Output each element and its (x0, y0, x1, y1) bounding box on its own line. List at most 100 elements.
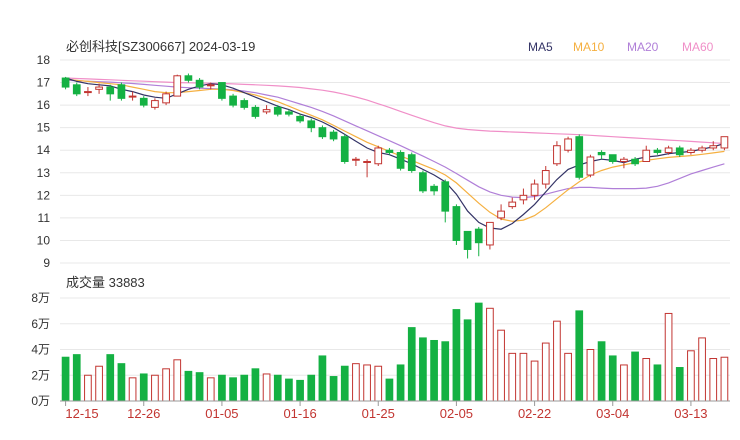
volume-bar (296, 379, 304, 402)
legend-ma20: MA20 (627, 40, 659, 54)
volume-bar (363, 364, 371, 402)
candle-body (541, 170, 550, 185)
candle-body (620, 158, 628, 163)
candle-body (631, 158, 639, 165)
volume-bar (653, 364, 662, 402)
volume-bar (117, 363, 126, 402)
candle-body (363, 161, 371, 163)
price-tick-label: 13 (37, 166, 51, 180)
candle-body (664, 147, 673, 153)
volume-bar (664, 312, 673, 402)
volume-bar (329, 376, 338, 402)
volume-bar (352, 363, 360, 402)
candle-body (474, 228, 483, 244)
candle-body (687, 149, 695, 153)
volume-bar (151, 374, 159, 402)
candle-body (642, 149, 651, 163)
volume-bar (218, 374, 226, 402)
volume-bar (128, 377, 137, 402)
volume-bar (240, 374, 249, 402)
candle-body (374, 147, 383, 165)
x-tick-label: 02-22 (518, 406, 551, 421)
candle-body (698, 147, 706, 151)
volume-bar (419, 337, 427, 402)
candle-body (72, 84, 81, 95)
candle-body (653, 149, 662, 153)
x-tick-label: 03-13 (674, 406, 707, 421)
volume-bar (396, 364, 405, 402)
volume-bar (586, 349, 595, 402)
volume-tick-label: 0万 (31, 394, 50, 408)
volume-bar (620, 364, 628, 402)
volume-bar (407, 327, 416, 402)
candle-body (430, 185, 438, 192)
candle-body (262, 109, 271, 113)
volume-bar (195, 372, 204, 402)
candle-body (497, 210, 505, 219)
volume-bar (709, 358, 718, 402)
volume-bar (72, 354, 81, 402)
candle-body (218, 82, 226, 99)
price-tick-label: 11 (38, 211, 51, 225)
volume-tick-label: 2万 (31, 368, 50, 382)
ma-line-ma60 (65, 77, 725, 145)
volume-bar (508, 352, 517, 402)
volume-bar (675, 367, 684, 402)
volume-bar (608, 355, 617, 402)
volume-bar (441, 341, 450, 402)
x-tick-label: 12-26 (127, 406, 160, 421)
candle-body (564, 138, 572, 151)
candle-body (307, 120, 316, 129)
candle-body (106, 86, 115, 95)
volume-bar (486, 307, 494, 402)
price-y-axis: 9 10 11 12 13 14 15 16 17 18 (37, 53, 51, 270)
volume-y-axis: 0万 2万 4万 6万 8万 (31, 291, 50, 408)
legend-ma5: MA5 (528, 40, 553, 54)
candle-body (385, 149, 394, 153)
candle-body (396, 151, 405, 169)
legend-ma60: MA60 (682, 40, 714, 54)
volume-bar (173, 359, 182, 402)
candle-body (318, 127, 327, 138)
candle-body (407, 154, 416, 172)
volume-series (61, 302, 729, 402)
volume-tick-label: 4万 (31, 343, 50, 357)
candle-body (608, 154, 617, 163)
candle-body (519, 194, 528, 201)
candle-body (128, 95, 137, 98)
candle-body (486, 221, 494, 246)
candle-body (452, 206, 461, 241)
candle-body (184, 75, 193, 81)
volume-tick-label: 8万 (31, 291, 50, 305)
candlestick-series (61, 73, 729, 259)
volume-bar (553, 320, 561, 402)
volume-bar (687, 350, 695, 402)
price-tick-label: 15 (37, 121, 51, 135)
volume-bar (340, 365, 349, 402)
volume-bar (206, 377, 215, 402)
volume-bar (430, 339, 438, 402)
volume-bar (162, 368, 170, 402)
x-axis: 12-15 12-26 01-05 01-16 01-25 02-05 02-22 03-04… (65, 401, 708, 421)
candle-body (151, 100, 159, 108)
volume-bar (61, 356, 70, 402)
candle-body (296, 115, 304, 122)
volume-bar (597, 341, 606, 402)
volume-bar (273, 374, 282, 402)
volume-grid (60, 297, 730, 376)
x-tick-label: 02-05 (440, 406, 473, 421)
x-tick-label: 01-16 (283, 406, 316, 421)
x-tick-label: 01-25 (362, 406, 395, 421)
chart-title: 必创科技[SZ300667] 2024-03-19 (66, 39, 255, 54)
volume-bar (318, 355, 327, 402)
candle-body (95, 86, 103, 90)
candle-body (508, 201, 517, 208)
price-tick-label: 14 (37, 143, 51, 157)
volume-bar (374, 365, 383, 402)
volume-bar (642, 358, 651, 402)
candle-body (240, 100, 249, 108)
candle-body (553, 145, 561, 165)
volume-bar (262, 373, 271, 402)
price-tick-label: 10 (37, 233, 51, 247)
volume-bar (698, 337, 706, 402)
